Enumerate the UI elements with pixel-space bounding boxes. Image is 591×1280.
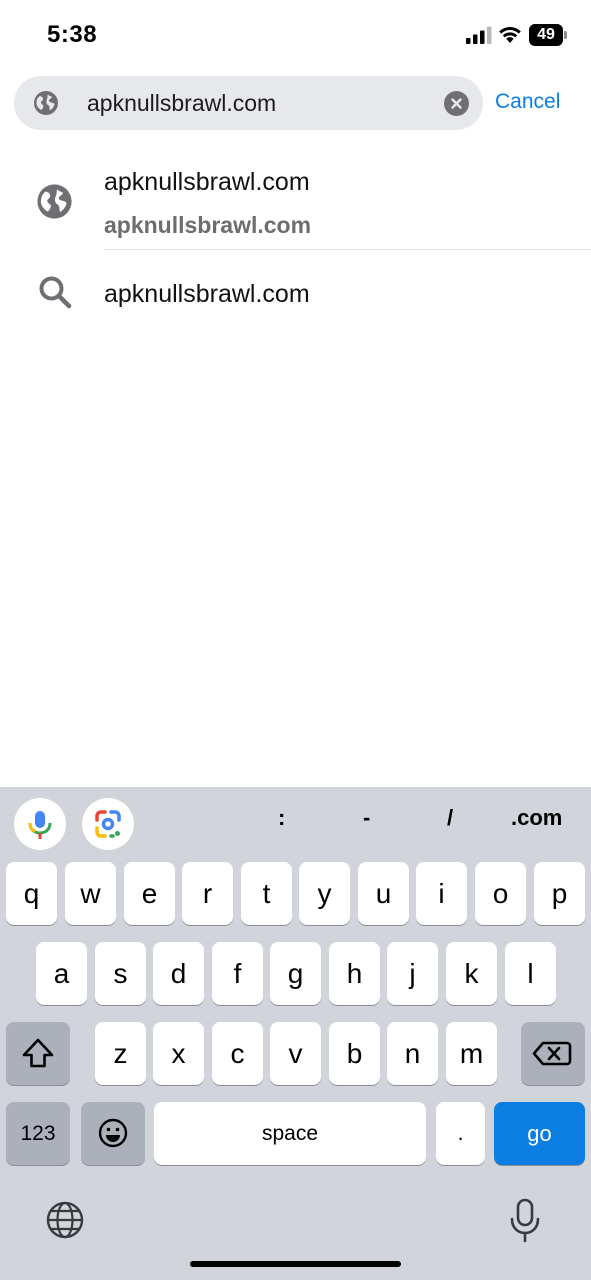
quick-key-dotcom[interactable]: .com — [511, 805, 562, 831]
keyboard: : - / .com q w e r t y u i o p a s d f g… — [0, 787, 591, 1280]
emoji-key[interactable] — [81, 1102, 145, 1165]
backspace-icon — [532, 1041, 572, 1066]
quick-key-slash[interactable]: / — [447, 805, 453, 831]
key-i[interactable]: i — [416, 862, 467, 925]
clear-text-button[interactable] — [444, 91, 469, 116]
suggestion-item-site[interactable]: apknullsbrawl.com apknullsbrawl.com — [0, 150, 591, 250]
home-indicator — [190, 1261, 401, 1267]
delete-key[interactable] — [521, 1022, 585, 1085]
key-a[interactable]: a — [36, 942, 87, 1005]
numbers-key[interactable]: 123 — [6, 1102, 70, 1165]
space-key[interactable]: space — [154, 1102, 426, 1165]
key-d[interactable]: d — [153, 942, 204, 1005]
google-mic-icon — [28, 811, 52, 839]
close-icon — [451, 98, 462, 109]
key-x[interactable]: x — [153, 1022, 204, 1085]
globe-icon[interactable] — [45, 1200, 85, 1240]
key-v[interactable]: v — [270, 1022, 321, 1085]
key-r[interactable]: r — [182, 862, 233, 925]
divider — [104, 249, 591, 250]
cancel-button[interactable]: Cancel — [495, 90, 560, 114]
key-n[interactable]: n — [387, 1022, 438, 1085]
key-p[interactable]: p — [534, 862, 585, 925]
key-h[interactable]: h — [329, 942, 380, 1005]
google-lens-button[interactable] — [82, 798, 134, 850]
dictation-mic-icon[interactable] — [508, 1198, 542, 1244]
key-l[interactable]: l — [505, 942, 556, 1005]
key-b[interactable]: b — [329, 1022, 380, 1085]
shift-key[interactable] — [6, 1022, 70, 1085]
key-u[interactable]: u — [358, 862, 409, 925]
key-e[interactable]: e — [124, 862, 175, 925]
key-y[interactable]: y — [299, 862, 350, 925]
key-f[interactable]: f — [212, 942, 263, 1005]
search-icon — [39, 276, 72, 309]
quick-key-dash[interactable]: - — [363, 805, 370, 831]
key-j[interactable]: j — [387, 942, 438, 1005]
period-key[interactable]: . — [436, 1102, 485, 1165]
key-w[interactable]: w — [65, 862, 116, 925]
battery-indicator: 49 — [529, 24, 569, 46]
suggestion-item-search[interactable]: apknullsbrawl.com — [0, 260, 591, 326]
globe-icon — [34, 91, 58, 115]
globe-icon — [37, 184, 72, 219]
key-o[interactable]: o — [475, 862, 526, 925]
suggestion-title: apknullsbrawl.com — [104, 168, 310, 196]
emoji-icon — [98, 1118, 128, 1148]
status-bar: 5:38 49 — [0, 0, 591, 70]
battery-level: 49 — [537, 26, 555, 43]
key-c[interactable]: c — [212, 1022, 263, 1085]
key-k[interactable]: k — [446, 942, 497, 1005]
key-m[interactable]: m — [446, 1022, 497, 1085]
suggestion-title: apknullsbrawl.com — [104, 280, 310, 308]
address-bar[interactable] — [14, 76, 483, 130]
address-input[interactable] — [87, 76, 427, 130]
go-button[interactable]: go — [494, 1102, 585, 1165]
quick-key-colon[interactable]: : — [278, 805, 285, 831]
wifi-icon — [499, 27, 521, 43]
shift-icon — [22, 1038, 54, 1068]
suggestion-url: apknullsbrawl.com — [104, 212, 312, 238]
key-s[interactable]: s — [95, 942, 146, 1005]
cellular-signal-icon — [466, 26, 492, 44]
key-t[interactable]: t — [241, 862, 292, 925]
key-g[interactable]: g — [270, 942, 321, 1005]
key-q[interactable]: q — [6, 862, 57, 925]
status-time: 5:38 — [47, 21, 98, 48]
voice-search-button[interactable] — [14, 798, 66, 850]
key-z[interactable]: z — [95, 1022, 146, 1085]
google-lens-icon — [95, 810, 121, 838]
